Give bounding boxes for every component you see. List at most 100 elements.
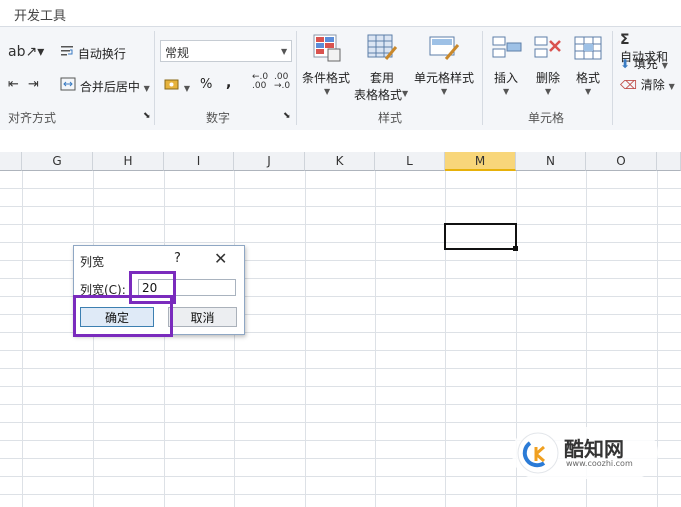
gridline <box>0 494 681 495</box>
number-format-select[interactable]: 常规 ▼ <box>160 40 292 62</box>
column-header-k[interactable]: K <box>305 152 375 171</box>
increase-decimal-button[interactable]: ←.0 .00 <box>252 73 272 91</box>
decrease-decimal-button[interactable]: .00 →.0 <box>274 73 294 91</box>
delete-cells-icon <box>534 36 561 58</box>
chevron-down-icon: ▼ <box>324 87 331 96</box>
dialog-title: 列宽 <box>80 255 105 269</box>
gridline <box>93 171 94 507</box>
delete-cells-label: 删除 <box>536 71 561 85</box>
tab-developer[interactable]: 开发工具 <box>14 5 66 24</box>
clear-button[interactable]: ⌫ 清除 ▼ <box>620 76 675 93</box>
formula-bar[interactable] <box>0 130 681 153</box>
sigma-icon: Σ <box>620 32 630 48</box>
divider <box>154 31 155 125</box>
merge-center-label: 合并后居中 <box>79 80 140 94</box>
format-cells-label: 格式 <box>576 71 601 85</box>
number-group-label: 数字 <box>206 111 231 125</box>
wrap-text-icon <box>61 46 73 56</box>
ribbon-tab-bar: 开发工具 <box>0 0 681 26</box>
gridline <box>22 171 23 507</box>
chevron-down-icon: ▼ <box>143 84 150 93</box>
conditional-format-label: 条件格式 <box>302 71 351 85</box>
column-header-l[interactable]: L <box>375 152 445 171</box>
gridline <box>0 422 681 423</box>
fill-label: 填充 <box>633 57 658 71</box>
dialog-launcher-icon[interactable]: ⬊ <box>143 111 151 121</box>
gridline <box>0 350 681 351</box>
dialog-launcher-icon[interactable]: ⬊ <box>283 111 291 121</box>
column-header-n[interactable]: N <box>516 152 586 171</box>
divider <box>612 31 613 125</box>
gridline <box>0 368 681 369</box>
column-header-g[interactable]: G <box>22 152 93 171</box>
format-as-table-button[interactable]: 套用 表格格式 ▼ <box>354 31 410 102</box>
comma-button[interactable]: , <box>226 75 231 91</box>
decrease-indent-icon[interactable]: ⇤ <box>8 77 19 92</box>
column-header-m[interactable]: M <box>445 152 516 171</box>
gridline <box>0 386 681 387</box>
insert-cells-button[interactable]: 插入 ▼ <box>488 31 526 101</box>
chevron-down-icon: ▼ <box>183 84 190 93</box>
currency-button[interactable]: ▼ <box>164 77 190 94</box>
orientation-icon[interactable]: ab↗▾ <box>8 44 44 60</box>
gridline <box>0 404 681 405</box>
wrap-text-button[interactable]: 自动换行 <box>60 44 126 62</box>
watermark-brand: 酷知网 <box>564 437 624 461</box>
merge-center-icon <box>60 77 76 91</box>
gridline <box>305 171 306 507</box>
divider <box>482 31 483 125</box>
watermark-logo: 酷知网 www.coozhi.com <box>510 425 660 481</box>
column-header-partial[interactable] <box>0 152 22 171</box>
insert-cells-icon <box>492 36 522 58</box>
format-as-table-label-1: 套用 <box>370 71 395 85</box>
gridline <box>0 188 681 189</box>
column-header-j[interactable]: J <box>234 152 305 171</box>
merge-center-button[interactable]: 合并后居中 ▼ <box>60 77 150 95</box>
number-format-value: 常规 <box>165 46 190 60</box>
chevron-down-icon: ▼ <box>402 89 409 98</box>
insert-cells-label: 插入 <box>494 71 519 85</box>
conditional-format-button[interactable]: 条件格式 ▼ <box>302 31 354 101</box>
currency-icon <box>164 79 179 90</box>
format-cells-button[interactable]: 格式 ▼ <box>570 31 608 101</box>
cell-styles-icon <box>429 36 460 60</box>
format-as-table-label-2: 表格格式 <box>354 88 403 102</box>
chevron-down-icon: ▼ <box>668 82 675 91</box>
fill-handle[interactable] <box>513 246 518 251</box>
clear-label: 清除 <box>640 78 665 92</box>
cancel-button[interactable]: 取消 <box>168 307 237 327</box>
styles-group-label: 样式 <box>378 111 403 125</box>
percent-button[interactable]: % <box>200 77 212 92</box>
chevron-down-icon: ▼ <box>585 87 592 96</box>
watermark-url: www.coozhi.com <box>566 459 633 468</box>
fill-button[interactable]: ⬇ 填充 ▼ <box>620 55 668 72</box>
divider <box>296 31 297 125</box>
delete-cells-button[interactable]: 删除 ▼ <box>530 31 568 101</box>
gridline <box>445 171 446 507</box>
gridline <box>164 171 165 507</box>
chevron-down-icon: ▼ <box>661 61 668 70</box>
gridline <box>0 224 681 225</box>
wrap-text-label: 自动换行 <box>77 47 126 61</box>
ribbon: ab↗▾ 自动换行 ⇤ ⇥ 合并后居中 ▼ 对齐方式 ⬊ 常规 ▼ ▼ % , … <box>0 26 681 132</box>
gridline <box>0 206 681 207</box>
chevron-down-icon: ▼ <box>441 87 448 96</box>
chevron-down-icon: ▼ <box>545 87 552 96</box>
cell-styles-button[interactable]: 单元格样式 ▼ <box>414 31 476 101</box>
chevron-down-icon: ▼ <box>503 87 510 96</box>
cells-group-label: 单元格 <box>528 111 565 125</box>
column-header-h[interactable]: H <box>93 152 164 171</box>
column-header-o[interactable]: O <box>586 152 657 171</box>
close-icon[interactable]: ✕ <box>214 249 227 268</box>
format-cells-icon <box>574 36 602 60</box>
increase-indent-icon[interactable]: ⇥ <box>28 77 39 92</box>
cell-styles-label: 单元格样式 <box>414 71 475 85</box>
column-header-i[interactable]: I <box>164 152 234 171</box>
column-header-partial[interactable] <box>657 152 681 171</box>
eraser-icon: ⌫ <box>620 78 637 92</box>
alignment-group-label: 对齐方式 <box>8 111 57 125</box>
gridline <box>0 242 681 243</box>
help-button[interactable]: ? <box>174 251 181 266</box>
chevron-down-icon: ▼ <box>281 47 288 56</box>
selected-cell[interactable] <box>444 223 517 250</box>
